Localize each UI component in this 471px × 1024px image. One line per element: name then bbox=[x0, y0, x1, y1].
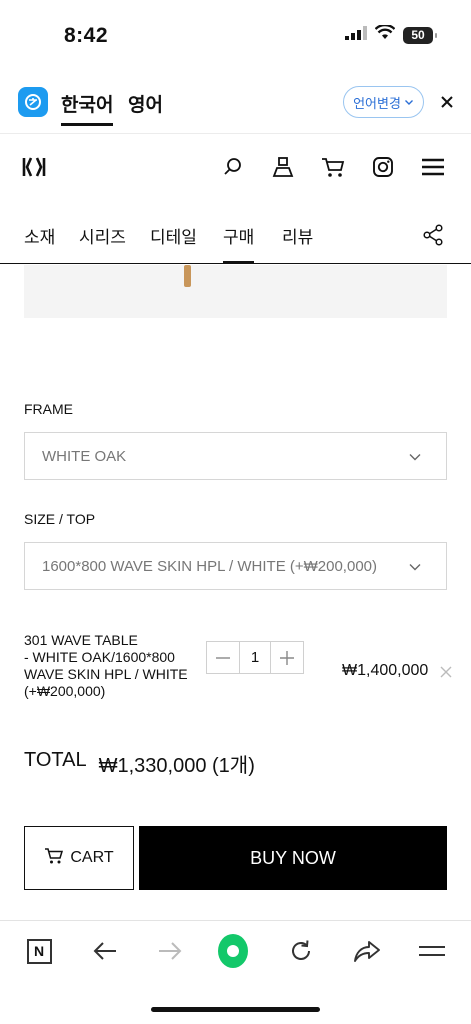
tab-review[interactable]: 리뷰 bbox=[282, 223, 313, 248]
quantity-input[interactable]: 1 bbox=[239, 642, 271, 673]
chevron-down-icon bbox=[404, 95, 414, 110]
product-tab-nav: 소재 시리즈 디테일 구매 리뷰 bbox=[0, 205, 471, 264]
user-icon[interactable] bbox=[270, 154, 296, 180]
increase-quantity-button[interactable] bbox=[271, 642, 303, 673]
tab-material[interactable]: 소재 bbox=[24, 223, 55, 248]
size-select[interactable]: 1600*800 WAVE SKIN HPL / WHITE (+₩200,00… bbox=[24, 542, 447, 590]
order-item: 301 WAVE TABLE - WHITE OAK/1600*800 WAVE… bbox=[24, 632, 454, 712]
tab-detail[interactable]: 디테일 bbox=[150, 223, 197, 248]
back-arrow-icon[interactable] bbox=[90, 936, 120, 966]
home-indicator bbox=[151, 1007, 320, 1012]
chevron-down-icon bbox=[408, 560, 422, 574]
language-tab-english[interactable]: 영어 bbox=[128, 90, 163, 117]
total-label: TOTAL bbox=[24, 749, 87, 771]
frame-select[interactable]: WHITE OAK bbox=[24, 432, 447, 480]
tab-series[interactable]: 시리즈 bbox=[79, 223, 126, 248]
order-item-name: 301 WAVE TABLE - WHITE OAK/1600*800 WAVE… bbox=[24, 632, 188, 699]
total-amount: ₩1,330,000 (1개) bbox=[98, 755, 255, 777]
frame-select-value: WHITE OAK bbox=[42, 448, 127, 465]
signal-icon bbox=[345, 25, 367, 45]
change-language-button[interactable]: 언어변경 bbox=[343, 86, 424, 118]
battery-indicator: 50 bbox=[403, 26, 437, 44]
browser-toolbar: N bbox=[0, 920, 471, 990]
decrease-quantity-button[interactable] bbox=[207, 642, 239, 673]
order-item-price: ₩1,400,000 bbox=[342, 662, 429, 679]
buy-now-button[interactable]: BUY NOW bbox=[139, 826, 447, 890]
forward-arrow-icon[interactable] bbox=[155, 936, 185, 966]
language-bar: 한국어 영어 언어변경 bbox=[0, 70, 471, 134]
cart-icon[interactable] bbox=[320, 154, 346, 180]
tab-purchase[interactable]: 구매 bbox=[223, 223, 255, 263]
naver-home-icon[interactable]: N bbox=[24, 936, 54, 966]
share-arrow-icon[interactable] bbox=[352, 936, 382, 966]
share-icon[interactable] bbox=[421, 223, 445, 247]
order-total: TOTAL ₩1,330,000 (1개) bbox=[24, 749, 255, 778]
brand-logo-icon[interactable] bbox=[22, 156, 46, 183]
table-leg-graphic bbox=[184, 265, 191, 287]
size-label: SIZE / TOP bbox=[24, 511, 96, 527]
quantity-stepper: 1 bbox=[206, 641, 304, 674]
instagram-icon[interactable] bbox=[370, 154, 396, 180]
close-icon[interactable] bbox=[437, 92, 457, 112]
buy-now-label: BUY NOW bbox=[250, 847, 336, 868]
change-language-label: 언어변경 bbox=[353, 95, 401, 111]
frame-label: FRAME bbox=[24, 401, 73, 417]
product-image bbox=[24, 265, 447, 318]
remove-item-icon[interactable] bbox=[439, 665, 453, 679]
browser-menu-icon[interactable] bbox=[417, 936, 447, 966]
status-bar: 8:42 50 bbox=[0, 0, 471, 70]
size-select-value: 1600*800 WAVE SKIN HPL / WHITE (+₩200,00… bbox=[42, 558, 377, 575]
menu-icon[interactable] bbox=[420, 154, 446, 180]
refresh-icon[interactable] bbox=[286, 936, 316, 966]
translator-logo-icon bbox=[18, 87, 48, 117]
cart-button-label: CART bbox=[70, 849, 114, 866]
status-time: 8:42 bbox=[64, 24, 109, 47]
cart-icon bbox=[44, 847, 64, 870]
status-icons: 50 bbox=[345, 23, 437, 45]
search-icon[interactable] bbox=[220, 154, 246, 180]
site-header bbox=[0, 134, 471, 200]
naver-green-dot-icon[interactable] bbox=[218, 934, 248, 968]
wifi-icon bbox=[374, 23, 396, 45]
language-tab-korean[interactable]: 한국어 bbox=[61, 90, 114, 126]
chevron-down-icon bbox=[408, 450, 422, 464]
add-to-cart-button[interactable]: CART bbox=[24, 826, 134, 890]
